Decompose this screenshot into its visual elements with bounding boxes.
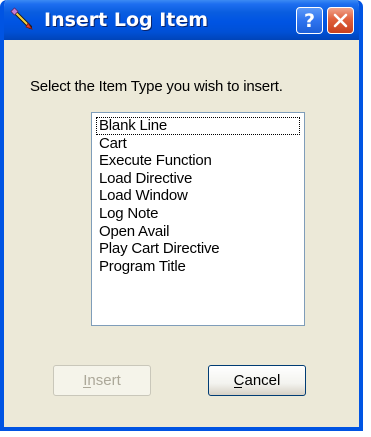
pencil-icon — [10, 7, 33, 30]
insert-button-label: Insert — [83, 372, 121, 389]
list-item-open-avail[interactable]: Open Avail — [96, 223, 300, 241]
title-bar[interactable]: Insert Log Item ? — [4, 0, 359, 40]
item-type-listbox[interactable]: Blank Line Cart Execute Function Load Di… — [91, 112, 305, 326]
list-item-blank-line[interactable]: Blank Line — [96, 117, 300, 135]
help-button[interactable]: ? — [296, 7, 323, 34]
instruction-label: Select the Item Type you wish to insert. — [30, 78, 283, 95]
help-icon: ? — [303, 9, 316, 32]
cancel-button-label: Cancel — [233, 372, 281, 389]
cancel-button[interactable]: Cancel — [208, 365, 306, 396]
insert-button[interactable]: Insert — [53, 365, 151, 396]
close-icon — [333, 13, 348, 28]
list-item-program-title[interactable]: Program Title — [96, 258, 300, 276]
insert-log-item-dialog: Insert Log Item ? Select the Item Type y… — [0, 0, 363, 431]
close-button[interactable] — [327, 7, 354, 34]
list-item-load-window[interactable]: Load Window — [96, 187, 300, 205]
list-item-play-cart-directive[interactable]: Play Cart Directive — [96, 240, 300, 258]
window-title: Insert Log Item — [44, 9, 209, 31]
list-item-cart[interactable]: Cart — [96, 135, 300, 153]
list-item-execute-function[interactable]: Execute Function — [96, 152, 300, 170]
list-item-load-directive[interactable]: Load Directive — [96, 170, 300, 188]
list-item-log-note[interactable]: Log Note — [96, 205, 300, 223]
